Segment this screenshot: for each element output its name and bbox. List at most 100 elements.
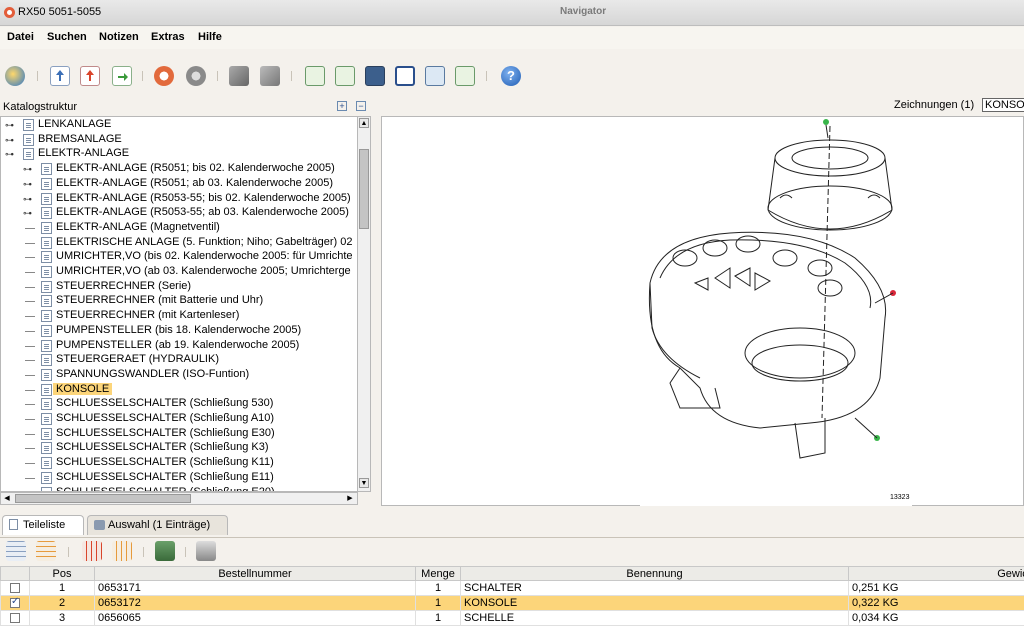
wrench-icon[interactable] <box>229 66 249 86</box>
tree-item-label: BREMSANLAGE <box>38 132 122 145</box>
gear-icon[interactable] <box>186 66 206 86</box>
column-bestellnummer[interactable]: Bestellnummer <box>94 566 416 581</box>
tab-teileliste[interactable]: Teileliste <box>2 515 84 535</box>
export-icon[interactable] <box>112 66 132 86</box>
menu-notizen[interactable]: Notizen <box>99 31 139 43</box>
table-add-icon[interactable] <box>6 541 26 561</box>
row-checkbox[interactable] <box>10 582 20 593</box>
cart-icon[interactable] <box>155 541 175 561</box>
column-pos[interactable]: Pos <box>29 566 95 581</box>
tree-item[interactable]: SCHLUESSELSCHALTER (Schließung A10) <box>1 412 357 426</box>
row-checkbox[interactable] <box>10 612 20 623</box>
home-icon[interactable] <box>5 66 25 86</box>
tree-connector <box>25 242 35 244</box>
refresh-icon[interactable] <box>154 66 174 86</box>
document-icon <box>41 442 52 455</box>
tree-item[interactable]: KONSOLE <box>1 382 357 397</box>
tree-item-label: SPANNUNGSWANDLER (ISO-Funtion) <box>56 367 250 380</box>
tool-icon[interactable] <box>260 66 280 86</box>
tree-item[interactable]: ⊶ ELEKTR-ANLAGE (R5051; bis 02. Kalenderw… <box>1 162 357 176</box>
image-zoom-icon[interactable] <box>305 66 325 86</box>
konsole-drawing <box>648 119 896 459</box>
tree-item[interactable]: ⊶ ELEKTR-ANLAGE (R5053-55; ab 03. Kalende… <box>1 206 357 220</box>
tree-item[interactable]: ⊶ ELEKTR-ANLAGE (R5053-55; bis 02. Kalend… <box>1 192 357 206</box>
screen-icon[interactable] <box>365 66 385 86</box>
tree-item[interactable]: UMRICHTER,VO (ab 03. Kalenderwoche 2005;… <box>1 265 357 279</box>
scroll-left-icon[interactable]: ◀ <box>2 494 12 503</box>
expand-all-icon[interactable]: + <box>337 101 347 111</box>
tree-item[interactable]: STEUERRECHNER (mit Kartenleser) <box>1 309 357 323</box>
tree-item[interactable]: ⊶ LENKANLAGE <box>1 118 357 132</box>
table-remove-icon[interactable] <box>82 541 102 561</box>
column-checkbox[interactable] <box>0 566 30 581</box>
horizontal-scroll-thumb[interactable] <box>15 494 191 503</box>
table-row[interactable]: 1 0653171 1 SCHALTER 0,251 KG <box>0 580 1024 596</box>
document-icon <box>23 148 34 161</box>
help-icon[interactable]: ? <box>501 66 521 86</box>
cell-menge: 1 <box>415 610 461 626</box>
tree-item[interactable]: SCHLUESSELSCHALTER (Schließung K3) <box>1 441 357 455</box>
table-edit-icon[interactable] <box>112 541 132 561</box>
print-icon[interactable] <box>196 541 216 561</box>
tree-item[interactable]: STEUERRECHNER (mit Batterie und Uhr) <box>1 294 357 308</box>
bookmark-up-icon[interactable] <box>80 66 100 86</box>
tree-item[interactable]: SCHLUESSELSCHALTER (Schließung K11) <box>1 456 357 470</box>
document-icon <box>23 133 34 146</box>
tree-item[interactable]: UMRICHTER,VO (bis 02. Kalenderwoche 2005… <box>1 250 357 264</box>
fit-icon[interactable] <box>395 66 415 86</box>
toolbar-separator <box>291 71 292 81</box>
expand-toggle-icon[interactable]: ⊶ <box>5 121 14 130</box>
collapse-all-icon[interactable]: − <box>356 101 366 111</box>
scroll-right-icon[interactable]: ▶ <box>345 494 355 503</box>
tree-connector <box>25 477 35 479</box>
image-icon[interactable] <box>335 66 355 86</box>
tree-item-label: STEUERGERAET (HYDRAULIK) <box>56 353 219 366</box>
scroll-thumb[interactable] <box>359 149 369 229</box>
table-export-icon[interactable] <box>36 541 56 561</box>
document-icon <box>41 383 52 396</box>
column-benennung[interactable]: Benennung <box>460 566 849 581</box>
menu-extras[interactable]: Extras <box>151 31 185 43</box>
image-refresh-icon[interactable] <box>455 66 475 86</box>
scroll-up-icon[interactable]: ▲ <box>359 118 369 128</box>
expand-toggle-icon[interactable]: ⊶ <box>23 165 32 174</box>
tree-horizontal-scrollbar[interactable]: ◀ ▶ <box>0 492 358 505</box>
tree-item[interactable]: SCHLUESSELSCHALTER (Schließung 530) <box>1 397 357 411</box>
tree-item[interactable]: SPANNUNGSWANDLER (ISO-Funtion) <box>1 367 357 382</box>
cell-bestellnummer: 0653172 <box>94 595 416 611</box>
expand-toggle-icon[interactable]: ⊶ <box>5 150 14 159</box>
tree-vertical-scrollbar[interactable]: ▲ ▼ <box>357 116 371 492</box>
tab-auswahl[interactable]: Auswahl (1 Einträge) <box>87 515 228 535</box>
column-gewicht[interactable]: Gewicht <box>848 566 1024 581</box>
expand-toggle-icon[interactable]: ⊶ <box>5 135 14 145</box>
drawing-number: 13323 <box>890 494 910 501</box>
expand-toggle-icon[interactable]: ⊶ <box>23 209 32 218</box>
expand-toggle-icon[interactable]: ⊶ <box>23 179 32 189</box>
tree-item[interactable]: STEUERRECHNER (Serie) <box>1 280 357 294</box>
toolbar-separator <box>185 547 186 557</box>
column-menge[interactable]: Menge <box>415 566 461 581</box>
scroll-down-icon[interactable]: ▼ <box>359 478 369 488</box>
menu-suchen[interactable]: Suchen <box>47 31 87 43</box>
tree-item[interactable]: ⊶ BREMSANLAGE <box>1 132 357 147</box>
callout-marker-1 <box>823 119 829 125</box>
tree-item[interactable]: SCHLUESSELSCHALTER (Schließung E11) <box>1 471 357 485</box>
tree-item[interactable]: SCHLUESSELSCHALTER (Schließung E30) <box>1 427 357 441</box>
tree-item[interactable]: ⊶ ELEKTR-ANLAGE (R5051; ab 03. Kalenderwo… <box>1 177 357 191</box>
tree-item[interactable]: ⊶ ELEKTR-ANLAGE <box>1 147 357 161</box>
table-row[interactable]: 3 0656065 1 SCHELLE 0,034 KG <box>0 610 1024 626</box>
tree-item[interactable]: PUMPENSTELLER (ab 19. Kalenderwoche 2005… <box>1 339 357 353</box>
row-checkbox[interactable] <box>10 597 20 608</box>
tree-item[interactable]: PUMPENSTELLER (bis 18. Kalenderwoche 200… <box>1 324 357 338</box>
cell-benennung: SCHALTER <box>460 580 849 596</box>
table-row[interactable]: 206531721KONSOLE0,322 KG <box>0 595 1024 611</box>
drawing-selector[interactable]: KONSO <box>982 98 1024 112</box>
menu-hilfe[interactable]: Hilfe <box>198 31 222 43</box>
tree-item[interactable]: ELEKTR-ANLAGE (Magnetventil) <box>1 221 357 235</box>
expand-toggle-icon[interactable]: ⊶ <box>23 194 32 204</box>
tree-item[interactable]: ELEKTRISCHE ANLAGE (5. Funktion; Niho; G… <box>1 236 357 250</box>
tree-item[interactable]: STEUERGERAET (HYDRAULIK) <box>1 353 357 367</box>
menu-datei[interactable]: Datei <box>7 31 34 43</box>
image-window-icon[interactable] <box>425 66 445 86</box>
upload-icon[interactable] <box>50 66 70 86</box>
